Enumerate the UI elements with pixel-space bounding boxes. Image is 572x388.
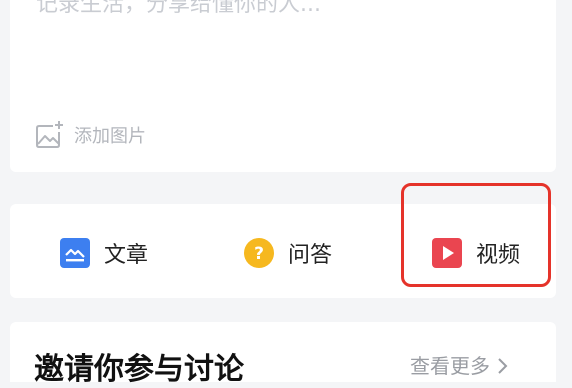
article-button[interactable]: 文章 [60,236,148,270]
composer-input[interactable]: 记录生活，分享给懂你的人... [36,0,321,18]
video-icon [432,238,462,268]
post-type-bar: 文章 ? 问答 视频 [10,204,556,298]
add-image-icon [34,120,64,150]
video-label: 视频 [476,243,521,268]
post-composer-card: 记录生活，分享给懂你的人... 添加图片 [10,0,556,172]
add-image-label: 添加图片 [74,126,146,147]
article-icon [60,238,90,268]
qa-label: 问答 [288,243,333,268]
discussion-card: 邀请你参与讨论 查看更多 [10,322,556,387]
svg-text:?: ? [254,244,264,264]
discussion-title: 邀请你参与讨论 [34,352,244,387]
add-image-button[interactable]: 添加图片 [34,120,146,150]
see-more-link[interactable]: 查看更多 [410,350,508,379]
chevron-right-icon [496,354,508,378]
question-icon: ? [244,238,274,268]
article-label: 文章 [104,243,149,268]
qa-button[interactable]: ? 问答 [244,236,332,270]
video-button[interactable]: 视频 [432,236,520,270]
see-more-label: 查看更多 [410,354,490,378]
